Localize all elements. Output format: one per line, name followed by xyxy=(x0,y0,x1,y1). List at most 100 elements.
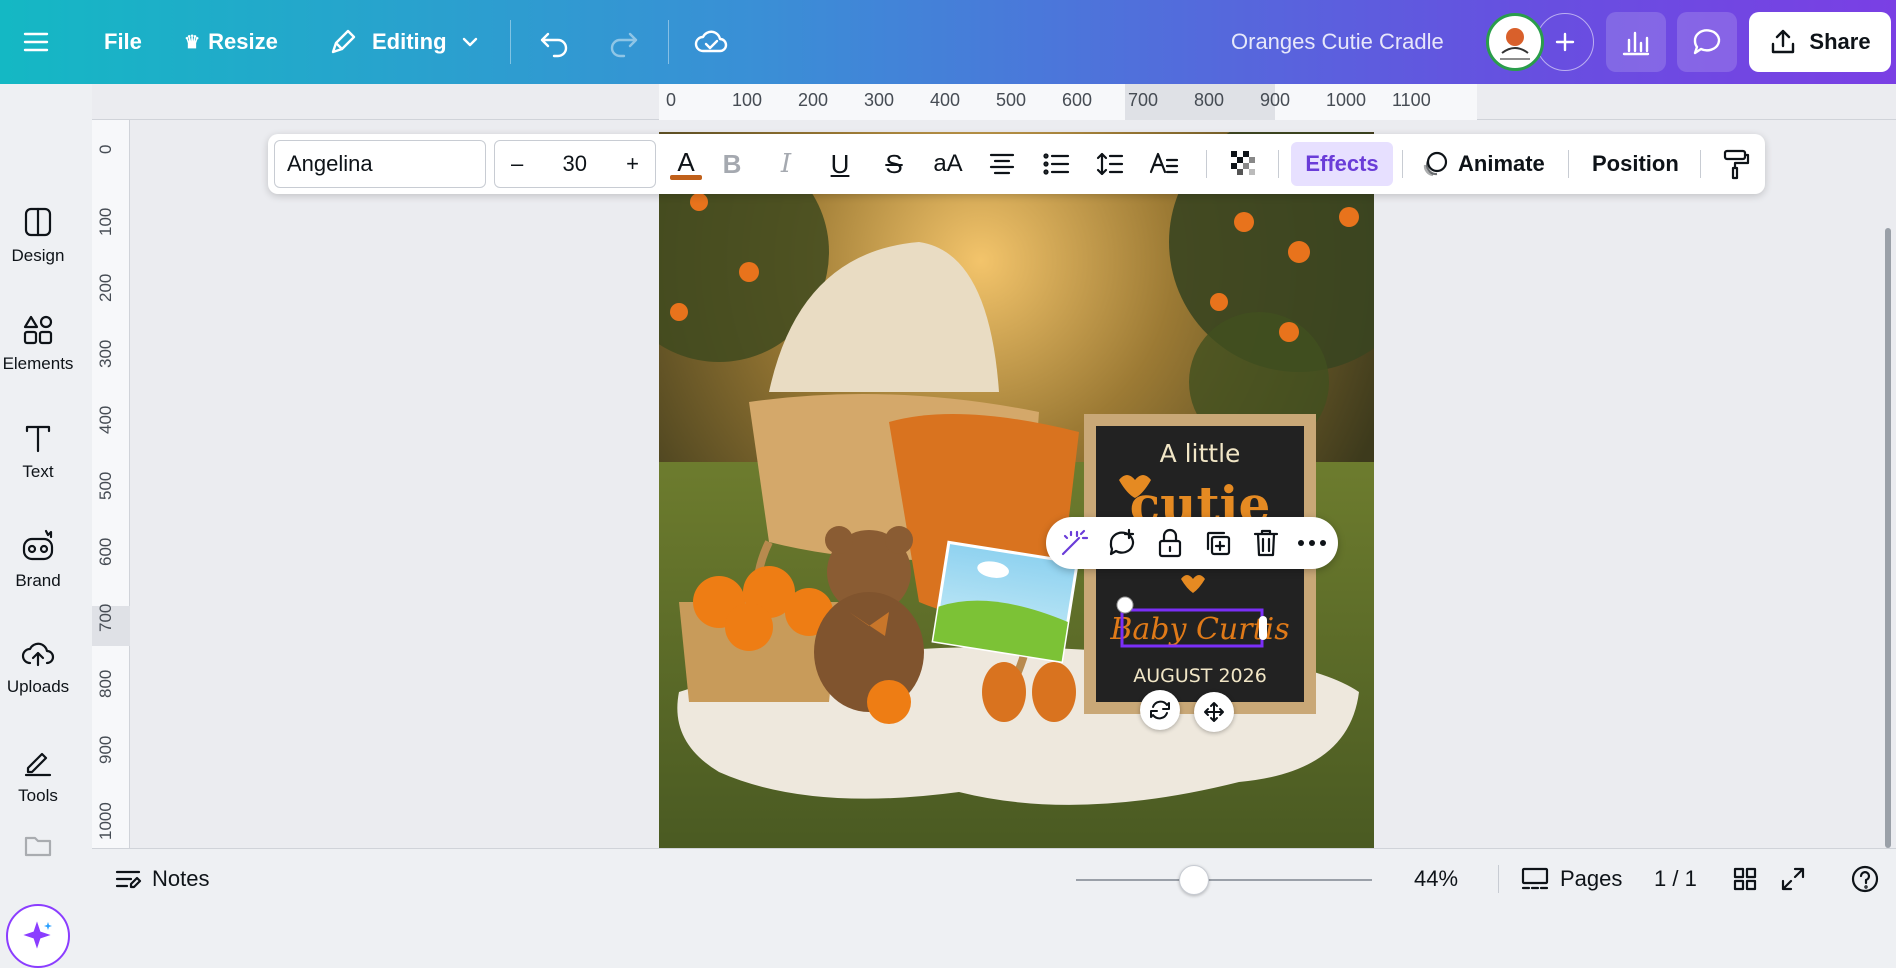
ruler-label: 900 xyxy=(96,735,115,764)
decrease-font-size-button[interactable]: – xyxy=(511,151,523,177)
elements-icon xyxy=(23,315,53,345)
notes-icon xyxy=(115,870,142,889)
file-menu[interactable]: File xyxy=(104,14,142,70)
pencil-icon xyxy=(331,29,356,54)
sidebar-item-elements[interactable]: Elements xyxy=(0,296,76,392)
sidebar-item-label: Tools xyxy=(18,786,58,805)
share-button[interactable]: Share xyxy=(1749,12,1891,72)
zoom-slider-thumb[interactable] xyxy=(1179,865,1210,895)
increase-font-size-button[interactable]: + xyxy=(626,151,639,177)
magic-edit-button[interactable] xyxy=(1056,525,1092,561)
sidebar-item-tools[interactable]: Tools xyxy=(0,728,76,824)
cloud-check-icon xyxy=(694,30,728,53)
ruler-label: 300 xyxy=(864,90,895,110)
transparency-button[interactable] xyxy=(1224,144,1264,184)
rotate-handle[interactable] xyxy=(1140,690,1180,730)
page-count: 1 / 1 xyxy=(1654,859,1697,899)
text-color-button[interactable]: A xyxy=(666,144,706,184)
text-color-swatch xyxy=(670,174,702,180)
text-style-icon xyxy=(1149,152,1179,174)
effects-button[interactable]: Effects xyxy=(1291,142,1393,186)
hamburger-icon xyxy=(23,32,49,52)
plus-icon xyxy=(1555,32,1575,52)
add-collaborator-button[interactable] xyxy=(1536,13,1594,71)
sidebar-item-projects[interactable] xyxy=(0,820,76,870)
paint-roller-icon xyxy=(1723,149,1750,180)
strikethrough-button[interactable]: S xyxy=(874,144,914,184)
align-center-icon xyxy=(989,153,1015,175)
comments-button[interactable] xyxy=(1677,12,1737,72)
position-button[interactable]: Position xyxy=(1592,142,1679,186)
ruler-label: 800 xyxy=(96,669,115,698)
insights-button[interactable] xyxy=(1606,12,1666,72)
avatar[interactable] xyxy=(1486,13,1544,71)
editing-label: Editing xyxy=(372,29,447,54)
ruler-label: 400 xyxy=(96,405,115,434)
alignment-button[interactable] xyxy=(982,144,1022,184)
ruler-label: 300 xyxy=(96,339,115,368)
bottom-bar: Notes 44% Pages 1 / 1 xyxy=(92,848,1896,908)
lock-button[interactable] xyxy=(1152,525,1188,561)
undo-button[interactable] xyxy=(538,14,570,70)
italic-icon: I xyxy=(780,149,792,179)
divider xyxy=(1206,150,1207,178)
text-effects-styles-button[interactable] xyxy=(1144,144,1184,184)
sidebar-item-uploads[interactable]: Uploads xyxy=(0,620,76,716)
grid-view-button[interactable] xyxy=(1732,859,1758,899)
list-button[interactable] xyxy=(1036,144,1076,184)
save-status-button[interactable] xyxy=(694,14,728,70)
animate-button[interactable]: Animate xyxy=(1420,142,1545,186)
zoom-slider-track[interactable] xyxy=(1076,879,1372,881)
more-options-button[interactable] xyxy=(1294,525,1330,561)
underline-button[interactable]: U xyxy=(820,144,860,184)
avatar-logo-icon xyxy=(1500,28,1530,60)
resize-button[interactable]: ♛ Resize xyxy=(184,14,278,70)
menu-button[interactable] xyxy=(22,14,50,70)
letter-case-button[interactable]: aA xyxy=(928,144,968,184)
comment-icon xyxy=(1693,29,1721,55)
notes-button[interactable]: Notes xyxy=(114,859,209,899)
strikethrough-icon: S xyxy=(885,148,903,179)
redo-button[interactable] xyxy=(608,14,640,70)
spacing-button[interactable] xyxy=(1090,144,1130,184)
ruler-label: 400 xyxy=(930,90,961,110)
add-comment-button[interactable] xyxy=(1104,525,1140,561)
font-size-input[interactable]: 30 xyxy=(562,151,586,177)
ruler-label: 900 xyxy=(1260,90,1291,110)
bullet-list-icon xyxy=(1043,153,1070,175)
editing-mode-dropdown[interactable]: Editing xyxy=(328,14,479,70)
move-handle[interactable] xyxy=(1194,692,1234,732)
vertical-scrollbar[interactable] xyxy=(1885,228,1891,848)
redo-icon xyxy=(610,32,638,58)
sign-line-1: A little xyxy=(1160,439,1241,468)
ruler-label: 600 xyxy=(1062,90,1093,110)
duplicate-button[interactable] xyxy=(1200,525,1236,561)
sidebar-item-design[interactable]: Design xyxy=(0,188,76,284)
bold-button[interactable]: B xyxy=(712,144,752,184)
zoom-value: 44% xyxy=(1414,866,1459,891)
font-size-stepper: – 30 + xyxy=(494,140,656,188)
sidebar-item-brand[interactable]: Brand xyxy=(0,512,76,608)
delete-button[interactable] xyxy=(1248,525,1284,561)
expand-icon xyxy=(1781,867,1805,891)
font-family-dropdown[interactable]: Angelina xyxy=(274,140,486,188)
text-icon xyxy=(25,425,51,453)
italic-button[interactable]: I xyxy=(766,144,806,184)
share-label: Share xyxy=(1809,29,1871,54)
design-page[interactable]: A little cutie Baby Curtis AUGUST 2026 xyxy=(659,132,1374,848)
magic-assistant-button[interactable] xyxy=(6,904,70,968)
document-title[interactable]: Oranges Cutie Cradle xyxy=(1231,14,1444,70)
duplicate-icon xyxy=(1206,531,1231,556)
ruler-label: 500 xyxy=(96,471,115,500)
divider xyxy=(668,20,669,64)
zoom-level-button[interactable]: 44% xyxy=(1414,859,1458,899)
pages-button[interactable]: Pages xyxy=(1520,859,1622,899)
effects-label: Effects xyxy=(1305,151,1379,176)
sidebar-item-text[interactable]: Text xyxy=(0,404,76,500)
grid-icon xyxy=(1733,867,1757,891)
fullscreen-button[interactable] xyxy=(1780,859,1806,899)
help-button[interactable] xyxy=(1850,859,1880,899)
top-bar: File ♛ Resize Editing Oranges Cutie Crad… xyxy=(0,0,1896,84)
copy-style-button[interactable] xyxy=(1716,144,1756,184)
bar-chart-icon xyxy=(1622,31,1650,56)
